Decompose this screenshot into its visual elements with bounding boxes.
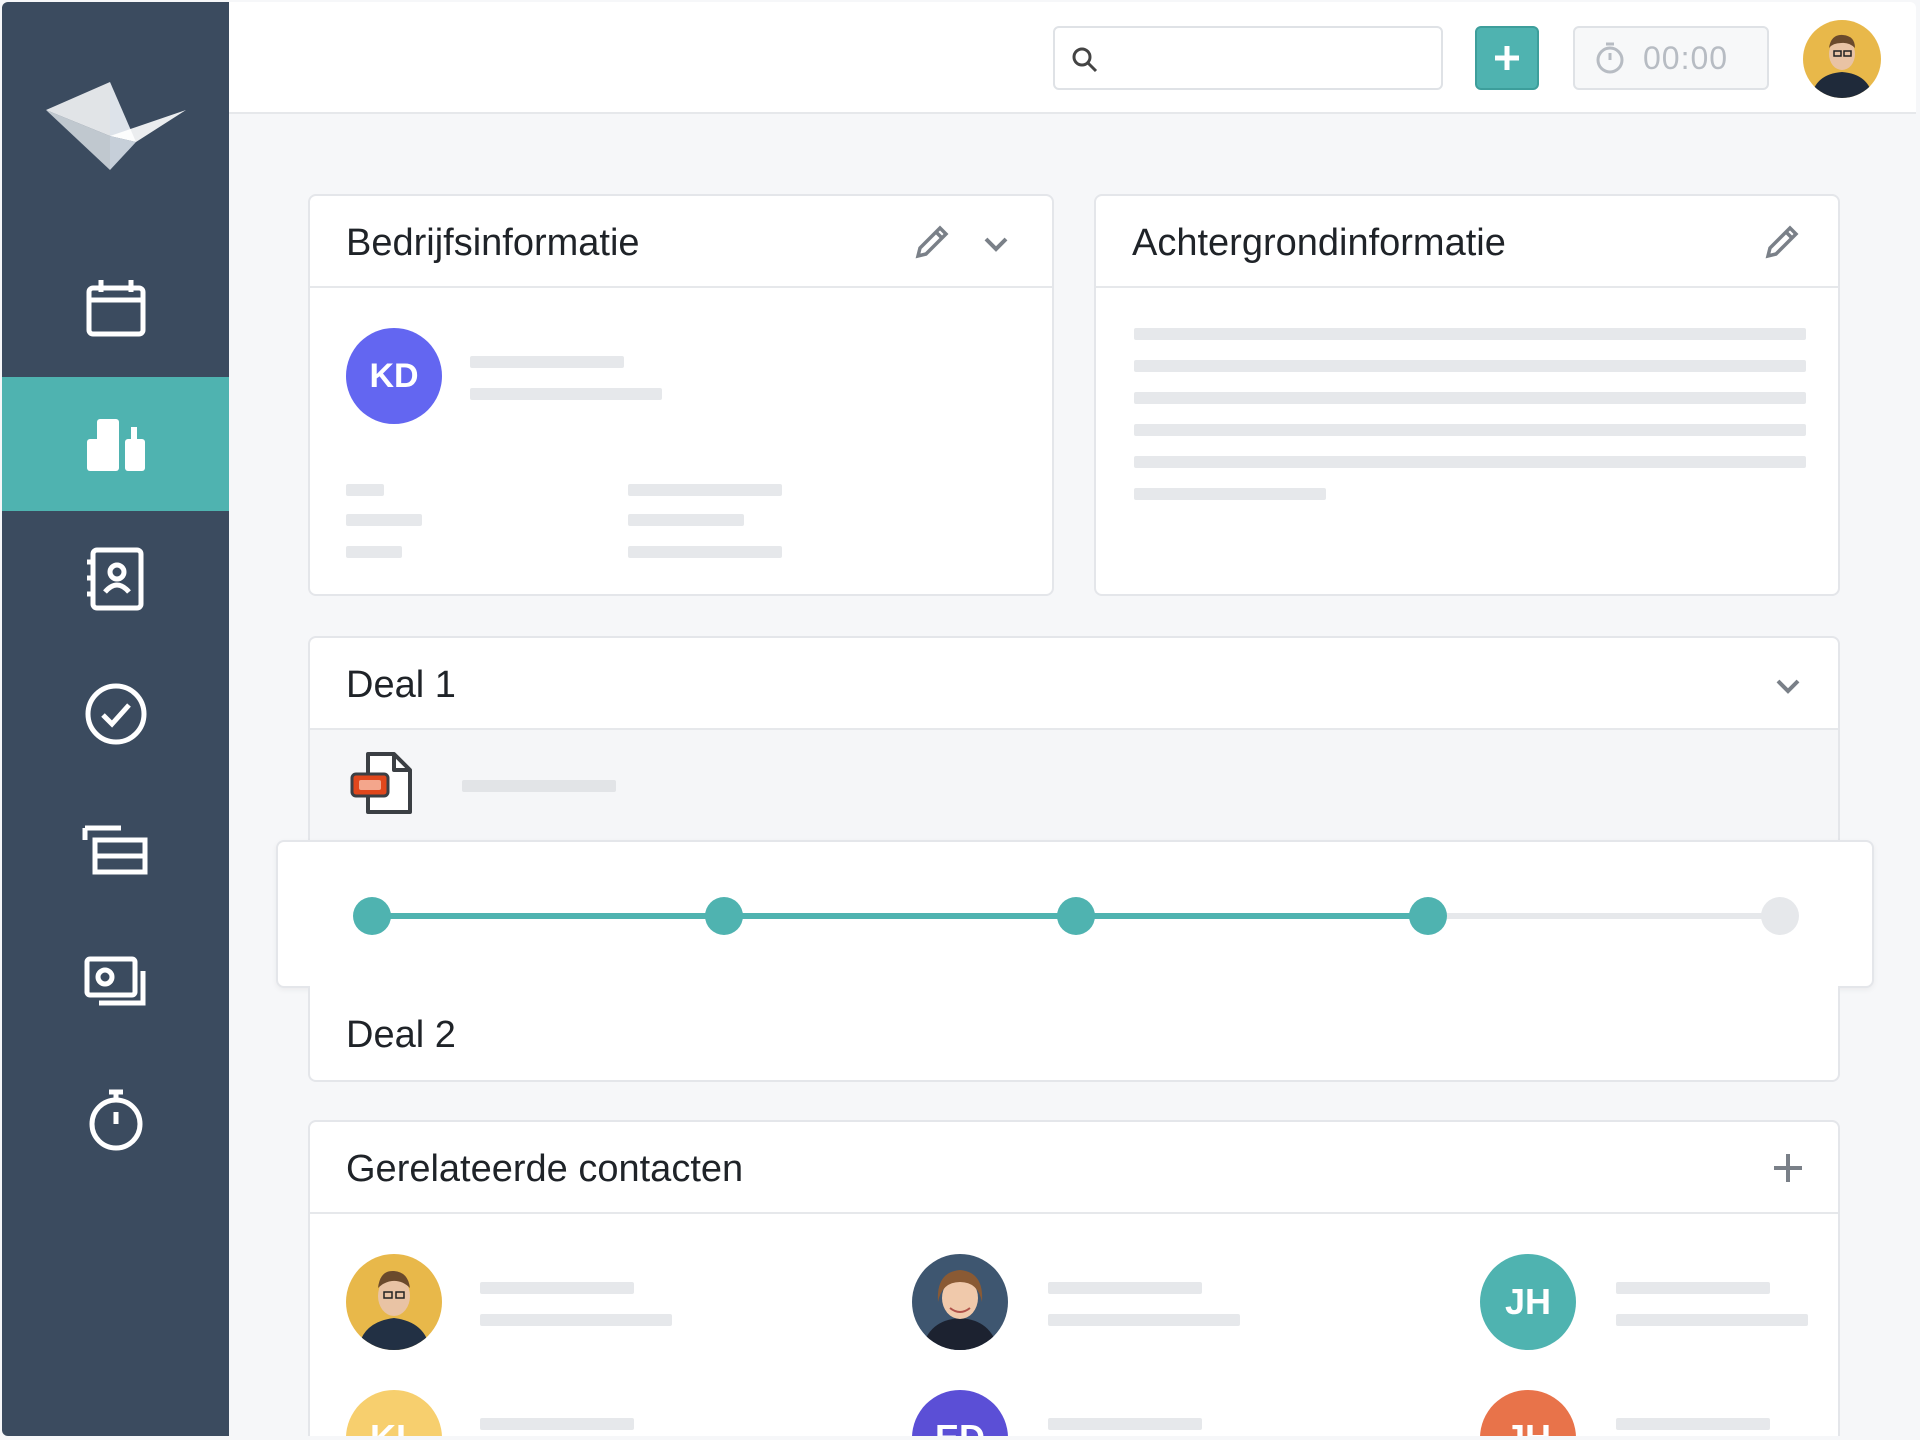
- placeholder-line: [1134, 392, 1806, 404]
- contact-avatar[interactable]: [346, 1254, 442, 1350]
- user-photo-icon: [1803, 20, 1881, 98]
- placeholder-line: [462, 780, 616, 792]
- placeholder-line: [470, 388, 662, 400]
- placeholder-line: [628, 484, 782, 496]
- sidebar-item-projects[interactable]: [2, 782, 229, 916]
- sidebar-item-invoices[interactable]: [2, 917, 229, 1051]
- sidebar-item-tasks[interactable]: [2, 647, 229, 781]
- contact-initials: JH: [1504, 1281, 1552, 1322]
- topbar: 00:00: [229, 2, 1916, 114]
- sidebar-item-calendar[interactable]: [2, 242, 229, 376]
- card-title: Gerelateerde contacten: [346, 1148, 744, 1190]
- placeholder-line: [480, 1282, 634, 1294]
- contact-photo-icon: [346, 1254, 442, 1350]
- card-title: Bedrijfsinformatie: [346, 222, 640, 264]
- sidebar-item-contacts[interactable]: [2, 512, 229, 646]
- placeholder-line: [1048, 1418, 1202, 1430]
- pipeline-stage-dot[interactable]: [1761, 897, 1799, 935]
- deal-1-card[interactable]: Deal 1: [308, 636, 1840, 856]
- background-info-card: Achtergrondinformatie: [1094, 194, 1840, 596]
- contact-initials: JH: [1505, 1417, 1551, 1436]
- timer-value: 00:00: [1643, 39, 1729, 76]
- sidebar-item-time-tracking[interactable]: [2, 1052, 229, 1186]
- deal-title: Deal 1: [346, 664, 456, 706]
- plus-icon: [1495, 46, 1519, 70]
- stopwatch-icon: [1596, 42, 1624, 74]
- placeholder-line: [1134, 488, 1326, 500]
- placeholder-line: [628, 514, 744, 526]
- placeholder-line: [628, 546, 782, 558]
- contact-initials: KL: [370, 1417, 418, 1436]
- stack-icon: [82, 825, 147, 875]
- search-input[interactable]: [1111, 36, 1431, 80]
- pipeline-track: [353, 897, 1799, 935]
- deal-pipeline-progress: [276, 840, 1874, 988]
- contact-avatar[interactable]: [912, 1254, 1008, 1350]
- presentation-file-icon[interactable]: [348, 750, 416, 818]
- placeholder-line: [1616, 1418, 1770, 1430]
- contact-avatar[interactable]: JH: [1480, 1390, 1576, 1436]
- stopwatch-icon: [89, 1089, 142, 1151]
- placeholder-line: [346, 514, 422, 526]
- chevron-down-icon[interactable]: [1766, 664, 1810, 708]
- search-icon: [1072, 47, 1098, 73]
- related-contacts-card: Gerelateerde contacten JH: [308, 1120, 1840, 1436]
- company-info-header: Bedrijfsinformatie: [310, 196, 1052, 288]
- company-initials: KD: [369, 356, 419, 395]
- placeholder-line: [480, 1418, 634, 1430]
- pipeline-stage-dot[interactable]: [353, 897, 391, 935]
- contacts-icon: [86, 547, 143, 611]
- user-avatar[interactable]: [1803, 20, 1881, 98]
- pipeline-stage-dot[interactable]: [705, 897, 743, 935]
- contact-avatar[interactable]: ED: [912, 1390, 1008, 1436]
- contact-avatar[interactable]: JH: [1480, 1254, 1576, 1350]
- app-logo-icon[interactable]: [46, 82, 186, 172]
- tasks-check-icon: [85, 683, 146, 745]
- pipeline-stage-dot[interactable]: [1057, 897, 1095, 935]
- placeholder-line: [1048, 1282, 1202, 1294]
- contact-initials: ED: [935, 1417, 985, 1436]
- placeholder-line: [1616, 1314, 1808, 1326]
- pencil-icon[interactable]: [910, 220, 954, 264]
- placeholder-line: [480, 1314, 672, 1326]
- placeholder-line: [346, 484, 384, 496]
- deal-title: Deal 2: [346, 1014, 456, 1056]
- placeholder-line: [1134, 360, 1806, 372]
- add-button[interactable]: [1475, 26, 1539, 90]
- contact-avatar[interactable]: KL: [346, 1390, 442, 1436]
- plus-icon[interactable]: [1766, 1146, 1810, 1190]
- sidebar: [2, 2, 229, 1436]
- chevron-down-icon[interactable]: [974, 222, 1018, 266]
- timer-button[interactable]: 00:00: [1573, 26, 1769, 90]
- placeholder-line: [1616, 1282, 1770, 1294]
- deal-1-header[interactable]: Deal 1: [310, 638, 1838, 730]
- deal-2-card[interactable]: Deal 2: [308, 986, 1840, 1082]
- deal-1-body: [310, 730, 1838, 840]
- sidebar-item-companies[interactable]: [2, 377, 229, 511]
- placeholder-line: [346, 546, 402, 558]
- related-contacts-header: Gerelateerde contacten: [310, 1122, 1838, 1214]
- calendar-icon: [86, 280, 145, 337]
- app-window: 00:00 Bedrijfsinformatie KD Achtergrondi…: [2, 2, 1916, 1436]
- background-info-header: Achtergrondinformatie: [1096, 196, 1838, 288]
- companies-icon: [86, 419, 145, 471]
- placeholder-line: [1134, 424, 1806, 436]
- contact-photo-icon: [912, 1254, 1008, 1350]
- pencil-icon[interactable]: [1760, 220, 1804, 264]
- card-title: Achtergrondinformatie: [1132, 222, 1506, 264]
- placeholder-line: [1134, 456, 1806, 468]
- company-avatar: KD: [346, 328, 442, 424]
- invoices-icon: [84, 956, 145, 1006]
- placeholder-line: [470, 356, 624, 368]
- company-info-card: Bedrijfsinformatie KD: [308, 194, 1054, 596]
- placeholder-line: [1048, 1314, 1240, 1326]
- pipeline-stage-dot[interactable]: [1409, 897, 1447, 935]
- search-box[interactable]: [1053, 26, 1443, 90]
- placeholder-line: [1134, 328, 1806, 340]
